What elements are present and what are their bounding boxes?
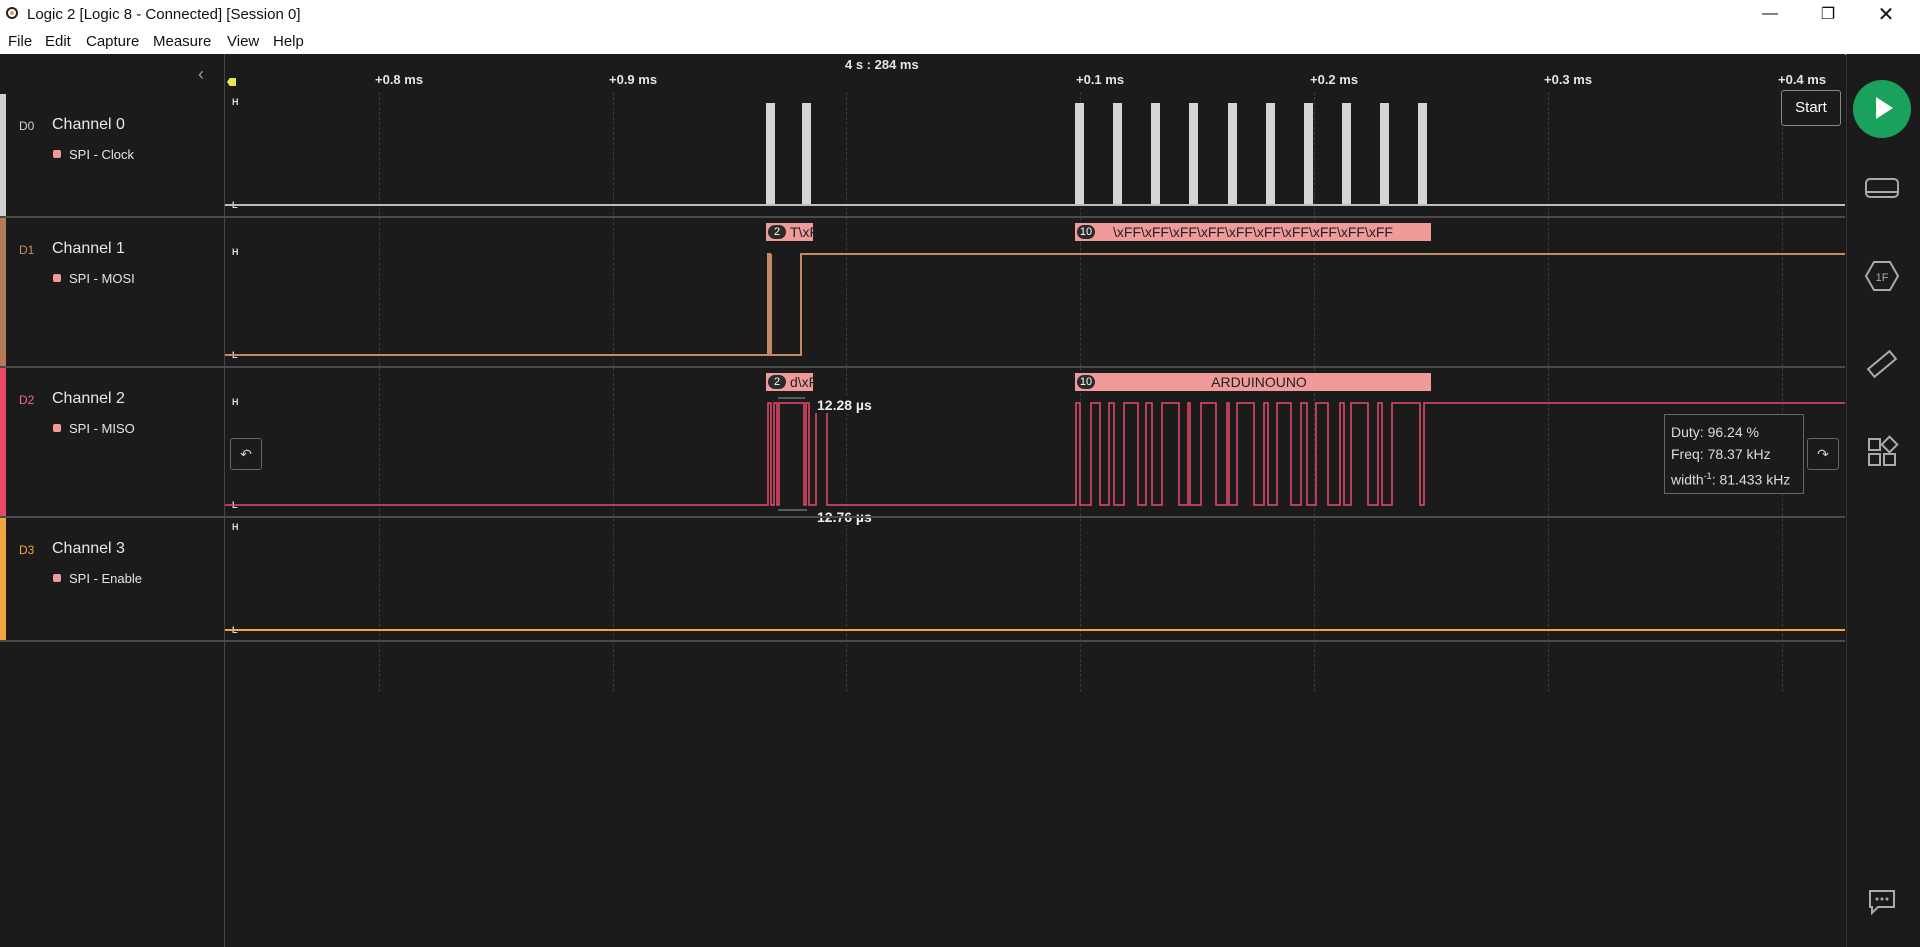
pulse-width-measurement: 12.28 µs	[815, 397, 874, 413]
channel-name[interactable]: Channel 2	[52, 390, 125, 408]
row-divider	[0, 516, 1845, 518]
svg-text:1F: 1F	[1876, 272, 1889, 284]
packet-text: T\xF	[790, 224, 813, 240]
mosi-packet[interactable]: 2 T\xF	[766, 223, 813, 241]
waveforms-svg	[225, 253, 1845, 631]
packet-count-badge: 2	[768, 375, 786, 389]
collapse-panel-icon[interactable]: ‹	[198, 64, 204, 85]
next-edge-button[interactable]: ↷	[1807, 438, 1839, 470]
analyzer-dot-icon	[53, 150, 61, 158]
menu-edit[interactable]: Edit	[45, 33, 71, 50]
analyzer-label[interactable]: SPI - MOSI	[69, 271, 135, 286]
waveform-area[interactable]: 4 s : 284 ms +0.8 ms +0.9 ms +0.1 ms +0.…	[225, 54, 1845, 947]
packet-count-badge: 10	[1077, 375, 1095, 389]
previous-edge-button[interactable]: ↶	[230, 438, 262, 470]
close-button[interactable]: ✕	[1863, 0, 1909, 28]
miso-packet[interactable]: 2 d\xF	[766, 373, 813, 391]
menu-file[interactable]: File	[8, 33, 32, 50]
channel-row-3[interactable]: D3 Channel 3 SPI - Enable	[0, 518, 224, 642]
channel-name[interactable]: Channel 0	[52, 116, 125, 134]
channel-color-strip	[0, 94, 6, 216]
channel-id: D1	[19, 243, 35, 257]
analyzer-dot-icon	[53, 274, 61, 282]
app-logo-icon	[6, 7, 18, 19]
freq-value: Freq: 78.37 kHz	[1671, 446, 1771, 462]
channel-id: D0	[19, 119, 35, 133]
channel-color-strip	[0, 518, 6, 642]
channel-row-2[interactable]: D2 Channel 2 SPI - MISO	[0, 368, 224, 516]
measurement-tooltip: Duty: 96.24 % Freq: 78.37 kHz width-1: 8…	[1664, 414, 1804, 494]
miso-packet[interactable]: 10 ARDUINOUNO	[1075, 373, 1431, 391]
packet-text: d\xF	[790, 374, 813, 390]
minimize-button[interactable]: —	[1747, 0, 1793, 28]
menu-help[interactable]: Help	[273, 33, 304, 50]
row-divider	[0, 640, 1845, 642]
duty-value: Duty: 96.24 %	[1671, 424, 1759, 440]
menu-view[interactable]: View	[227, 33, 259, 50]
title-bar: Logic 2 [Logic 8 - Connected] [Session 0…	[0, 0, 1920, 28]
feedback-icon[interactable]	[1864, 883, 1900, 919]
packet-text: ARDUINOUNO	[1211, 374, 1307, 390]
analyzer-label[interactable]: SPI - Enable	[69, 571, 142, 586]
menu-capture[interactable]: Capture	[86, 33, 139, 50]
mosi-packet[interactable]: 10 \xFF\xFF\xFF\xFF\xFF\xFF\xFF\xFF\xFF\x…	[1075, 223, 1431, 241]
channel-row-1[interactable]: D1 Channel 1 SPI - MOSI	[0, 218, 224, 366]
width-inverse-value: width-1: 81.433 kHz	[1671, 471, 1791, 488]
analyzer-label[interactable]: SPI - MISO	[69, 421, 135, 436]
menu-measure[interactable]: Measure	[153, 33, 211, 50]
start-tooltip: Start	[1781, 90, 1841, 126]
analyzer-dot-icon	[53, 424, 61, 432]
channel-id: D2	[19, 393, 35, 407]
device-icon[interactable]	[1864, 170, 1900, 206]
extensions-icon[interactable]	[1864, 434, 1900, 470]
analyzer-dot-icon	[53, 574, 61, 582]
packet-count-badge: 10	[1077, 225, 1095, 239]
channel-color-strip	[0, 218, 6, 366]
window-title: Logic 2 [Logic 8 - Connected] [Session 0…	[27, 6, 301, 23]
row-divider	[0, 216, 1845, 218]
menu-bar: File Edit Capture Measure View Help	[0, 28, 1920, 55]
analyzers-icon[interactable]: 1F	[1864, 258, 1900, 294]
row-divider	[0, 366, 1845, 368]
channel-row-0[interactable]: D0 Channel 0 SPI - Clock	[0, 94, 224, 216]
channel-color-strip	[0, 368, 6, 516]
packet-count-badge: 2	[768, 225, 786, 239]
channel-name[interactable]: Channel 1	[52, 240, 125, 258]
packet-text: \xFF\xFF\xFF\xFF\xFF\xFF\xFF\xFF\xFF\xFF	[1113, 224, 1393, 240]
channel-name[interactable]: Channel 3	[52, 540, 125, 558]
analyzer-label[interactable]: SPI - Clock	[69, 147, 134, 162]
channel-id: D3	[19, 543, 35, 557]
measure-icon[interactable]	[1864, 346, 1900, 382]
restore-button[interactable]: ❐	[1805, 0, 1851, 28]
start-capture-button[interactable]	[1853, 80, 1911, 138]
